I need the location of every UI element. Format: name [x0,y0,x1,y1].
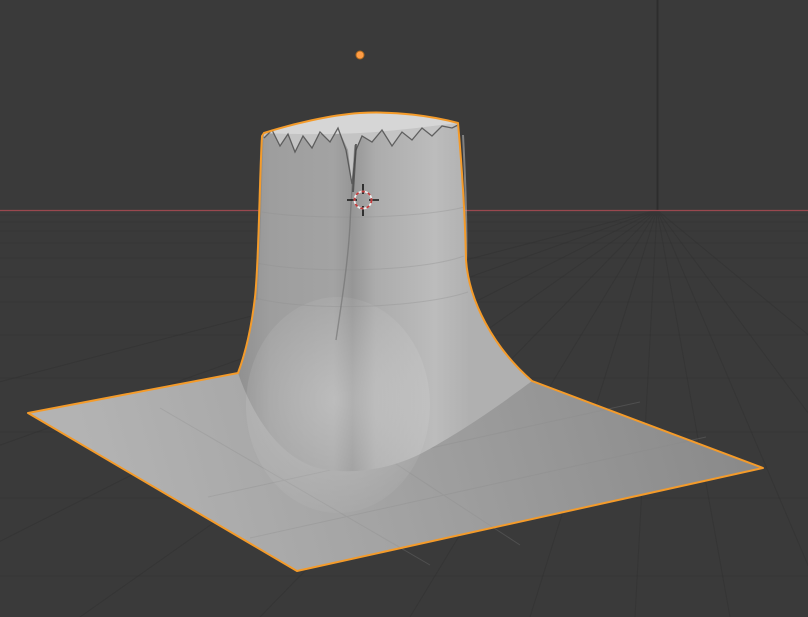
viewport-canvas[interactable] [0,0,808,617]
light-object[interactable] [355,50,365,60]
blender-3d-viewport[interactable] [0,0,808,617]
